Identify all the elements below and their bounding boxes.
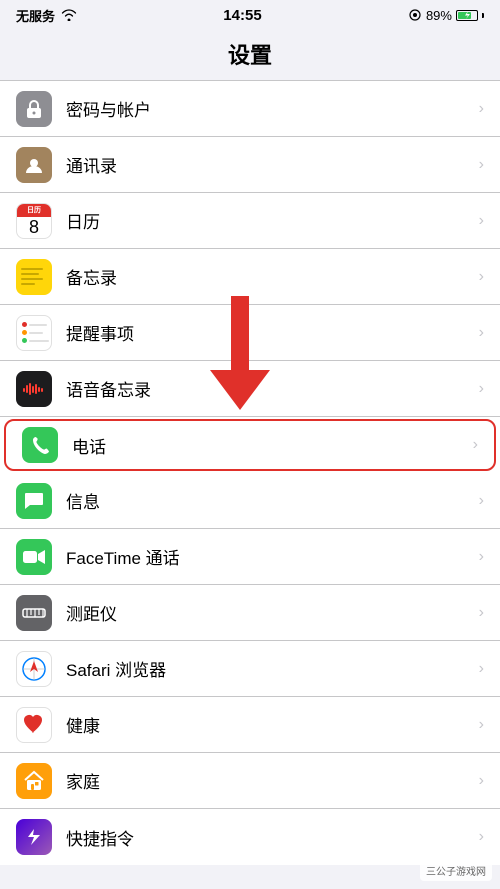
settings-item-shortcuts[interactable]: 快捷指令 › [0,809,500,865]
settings-item-voicememo[interactable]: 语音备忘录 › [0,361,500,417]
settings-list: 密码与帐户 › 通讯录 › 日历 8 日历 › 备忘录 › [0,80,500,865]
phone-icon [22,427,58,463]
contacts-icon [16,147,52,183]
watermark: 三公子游戏网 [420,860,492,881]
shortcuts-label: 快捷指令 [66,825,479,850]
facetime-chevron: › [479,548,484,566]
settings-item-reminders[interactable]: 提醒事项 › [0,305,500,361]
measure-label: 测距仪 [66,600,479,625]
passwords-chevron: › [479,100,484,118]
home-icon [16,763,52,799]
messages-icon [16,483,52,519]
reminders-chevron: › [479,324,484,342]
passwords-icon [16,91,52,127]
settings-item-contacts[interactable]: 通讯录 › [0,137,500,193]
wifi-icon [61,9,77,21]
safari-icon [16,651,52,687]
battery-icon [456,10,478,21]
shortcuts-chevron: › [479,828,484,846]
voicememo-label: 语音备忘录 [66,376,479,401]
status-carrier: 无服务 [16,6,77,25]
status-bar: 无服务 14:55 89% [0,0,500,30]
passwords-label: 密码与帐户 [66,96,479,121]
settings-item-notes[interactable]: 备忘录 › [0,249,500,305]
facetime-label: FaceTime 通话 [66,544,479,569]
page-title: 设置 [228,43,272,68]
measure-chevron: › [479,604,484,622]
phone-label: 电话 [72,433,473,458]
messages-chevron: › [479,492,484,510]
notes-label: 备忘录 [66,264,479,289]
contacts-label: 通讯录 [66,152,479,177]
voicememo-icon [16,371,52,407]
shortcuts-icon [16,819,52,855]
charging-icon [463,10,471,20]
page-header: 设置 [0,30,500,80]
reminders-label: 提醒事项 [66,320,479,345]
contacts-chevron: › [479,156,484,174]
settings-item-calendar[interactable]: 日历 8 日历 › [0,193,500,249]
settings-item-facetime[interactable]: FaceTime 通话 › [0,529,500,585]
health-label: 健康 [66,712,479,737]
reminders-icon [16,315,52,351]
messages-label: 信息 [66,488,479,513]
status-battery-area: 89% [408,8,484,23]
notes-icon [16,259,52,295]
settings-item-health[interactable]: 健康 › [0,697,500,753]
battery-cap [482,13,484,18]
calendar-chevron: › [479,212,484,230]
settings-item-phone[interactable]: 电话 › [4,419,496,471]
settings-item-home[interactable]: 家庭 › [0,753,500,809]
health-chevron: › [479,716,484,734]
settings-item-passwords[interactable]: 密码与帐户 › [0,81,500,137]
settings-item-messages[interactable]: 信息 › [0,473,500,529]
notes-chevron: › [479,268,484,286]
safari-label: Safari 浏览器 [66,656,479,681]
home-label: 家庭 [66,768,479,793]
home-chevron: › [479,772,484,790]
calendar-icon: 日历 8 [16,203,52,239]
battery-percent: 89% [426,8,452,23]
health-icon [16,707,52,743]
status-time: 14:55 [223,7,261,24]
safari-chevron: › [479,660,484,678]
phone-chevron: › [473,436,478,454]
calendar-label: 日历 [66,208,479,233]
location-icon [408,8,422,22]
settings-item-safari[interactable]: Safari 浏览器 › [0,641,500,697]
facetime-icon [16,539,52,575]
measure-icon [16,595,52,631]
settings-item-measure[interactable]: 测距仪 › [0,585,500,641]
voicememo-chevron: › [479,380,484,398]
